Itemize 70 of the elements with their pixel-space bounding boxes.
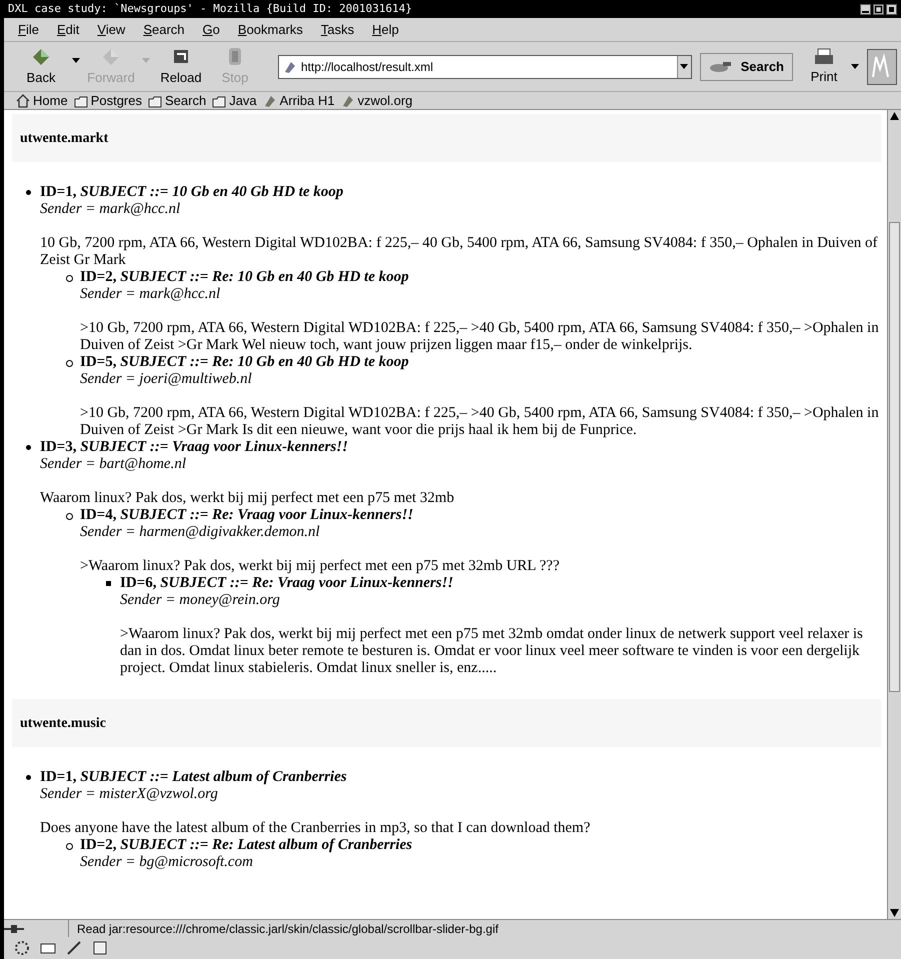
bookmark-button[interactable]: Postgres <box>74 90 142 110</box>
search-button[interactable]: Search <box>700 52 793 80</box>
post-sender: Sender = bg@microsoft.com <box>80 854 254 871</box>
maximize-icon <box>873 4 884 14</box>
bullet-icon <box>66 843 73 850</box>
minimize-icon <box>860 4 871 14</box>
bookmark-button[interactable]: vzwol.org <box>340 90 413 110</box>
post-body: Waarom linux? Pak dos, werkt bij mij perfect met een p75 met 32mb <box>40 490 456 507</box>
folder-icon <box>212 94 226 108</box>
post-heading: ID=3, SUBJECT ::= Vraag voor Linux-kenners!! <box>40 439 349 456</box>
menu-item[interactable]: Tasks <box>320 20 354 40</box>
back-button[interactable]: Back <box>18 46 64 88</box>
post-heading: ID=2, SUBJECT ::= Re: 10 Gb en 40 Gb HD te koop <box>80 269 410 286</box>
menu-item[interactable]: File <box>18 20 39 40</box>
post-body: >10 Gb, 7200 rpm, ATA 66, Western Digital WD102BA: f 225,– >40 Gb, 5400 rpm, ATA 66, Samsung SV4084: f 350,– >Ophalen in Duiven of Zeist >Gr Mark Wel nieuw toch, want jouw prijzen liggen maar f15,– onder de winkelprijs. <box>80 320 880 354</box>
post-sender: Sender = joeri@multiweb.nl <box>80 371 253 388</box>
scroll-up-icon <box>888 110 901 122</box>
menu-item[interactable]: Bookmarks <box>238 20 303 40</box>
post-sender: Sender = misterX@vzwol.org <box>40 786 219 803</box>
bullet-icon <box>106 581 111 586</box>
bullet-icon <box>26 775 31 780</box>
bookmark-button[interactable]: Java <box>212 90 257 110</box>
folder-icon <box>148 94 162 108</box>
url-field[interactable]: http://localhost/result.xml <box>278 54 692 78</box>
bullet-icon <box>66 275 73 282</box>
post-heading: ID=1, SUBJECT ::= Latest album of Cranberries <box>40 769 348 786</box>
bullet-icon <box>66 513 73 520</box>
caret-icon <box>851 64 859 69</box>
bookmark-button[interactable]: Arriba H1 <box>262 90 335 110</box>
close-icon <box>886 4 897 14</box>
post-body: >10 Gb, 7200 rpm, ATA 66, Western Digital WD102BA: f 225,– >40 Gb, 5400 rpm, ATA 66, Samsung SV4084: f 350,– >Ophalen in Duiven of Zeist >Gr Mark Is dit een nieuwe, want voor die prijs haal ik hem bij de Funprice. <box>80 405 880 439</box>
menu-item[interactable]: Help <box>372 20 399 40</box>
post-sender: Sender = mark@hcc.nl <box>40 201 182 218</box>
menu-item[interactable]: Go <box>202 20 220 40</box>
folder-icon <box>74 94 88 108</box>
status-text: Read jar:resource:///chrome/classic.jarl/skin/classic/global/scrollbar-slider-bg.gif <box>77 920 498 938</box>
post-body: Does anyone have the latest album of the Cranberries in mp3, so that I can download them? <box>40 820 592 837</box>
post-sender: Sender = bart@home.nl <box>40 456 187 473</box>
post-heading: ID=4, SUBJECT ::= Re: Vraag voor Linux-kenners!! <box>80 507 414 524</box>
print-button[interactable]: Print <box>805 46 843 86</box>
bookmark-button[interactable]: Home <box>16 90 68 110</box>
bullet-icon <box>26 445 31 450</box>
window-title: DXL case study: `Newsgroups' - Mozilla {Build ID: 2001031614} <box>8 0 412 17</box>
dropdown-icon <box>680 64 688 69</box>
bookmark-button[interactable]: Search <box>148 90 206 110</box>
post-heading: ID=1, SUBJECT ::= 10 Gb en 40 Gb HD te koop <box>40 184 344 201</box>
post-sender: Sender = harmen@digivakker.demon.nl <box>80 524 321 541</box>
post-body: 10 Gb, 7200 rpm, ATA 66, Western Digital WD102BA: f 225,– 40 Gb, 5400 rpm, ATA 66, Samsung SV4084: f 350,– Ophalen in Duiven of Zeist Gr Mark <box>40 235 878 269</box>
group-title: utwente.music <box>20 714 106 732</box>
post-heading: ID=2, SUBJECT ::= Re: Latest album of Cranberries <box>80 837 414 854</box>
scroll-down-icon <box>888 907 901 919</box>
bookmark-icon <box>340 94 355 108</box>
post-sender: Sender = money@rein.org <box>120 592 281 609</box>
home-icon <box>16 94 30 108</box>
post-body: >Waarom linux? Pak dos, werkt bij mij perfect met een p75 met 32mb URL ??? <box>80 558 560 575</box>
bookmark-icon <box>262 94 277 108</box>
menu-item[interactable]: View <box>97 20 126 40</box>
menu-item[interactable]: Search <box>143 20 185 40</box>
group-title: utwente.markt <box>20 130 108 146</box>
menu-item[interactable]: Edit <box>56 20 80 40</box>
printer-icon <box>814 46 834 67</box>
post-body: >Waarom linux? Pak dos, werkt bij mij perfect met een p75 met 32mb omdat onder linux de netwerk support veel relaxer is dan in dos. Omdat linux beter remote te besturen is. Omdat er voor linux veel meer software te vinden is voor een dergelijk project. Omdat linux stabieleris. Omdat linux sneller is, enz..... <box>120 626 864 677</box>
bullet-icon <box>26 190 31 195</box>
throbber-logo-icon <box>867 48 897 84</box>
connection-icon <box>4 924 24 934</box>
reload-button[interactable]: Reload <box>158 46 204 88</box>
post-sender: Sender = mark@hcc.nl <box>80 286 222 303</box>
post-heading: ID=5, SUBJECT ::= Re: 10 Gb en 40 Gb HD te koop <box>80 354 410 371</box>
bullet-icon <box>66 360 73 367</box>
post-heading: ID=6, SUBJECT ::= Re: Vraag voor Linux-kenners!! <box>120 575 454 592</box>
